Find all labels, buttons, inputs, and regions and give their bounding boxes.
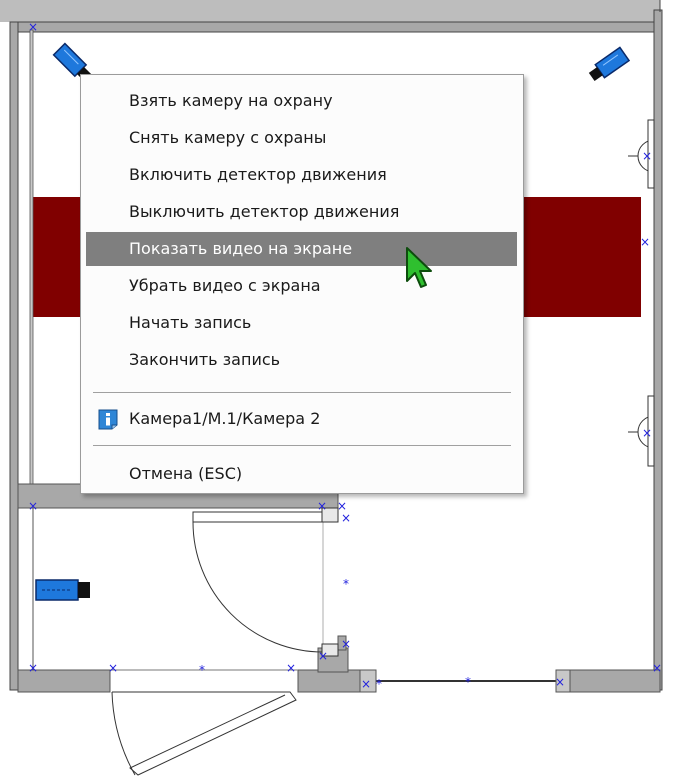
svg-text:×: × bbox=[28, 20, 38, 34]
camera-top-right-icon[interactable] bbox=[587, 46, 631, 83]
wall-left bbox=[9, 21, 19, 691]
svg-text:×: × bbox=[341, 511, 351, 525]
menu-item-cancel[interactable]: Отмена (ESC) bbox=[86, 457, 517, 491]
svg-text:×: × bbox=[361, 677, 371, 691]
svg-text:*: * bbox=[199, 663, 205, 677]
svg-text:×: × bbox=[341, 637, 351, 651]
wall-bottom-middle bbox=[297, 669, 369, 693]
camera-left-icon[interactable] bbox=[35, 579, 90, 601]
menu-item-stop-recording[interactable]: Закончить запись bbox=[86, 343, 517, 377]
menu-separator bbox=[93, 392, 511, 393]
menu-item-show-video[interactable]: Показать видео на экране bbox=[86, 232, 517, 266]
wall-right bbox=[653, 9, 663, 691]
svg-text:×: × bbox=[318, 649, 328, 663]
menu-item-enable-motion-detector[interactable]: Включить детектор движения bbox=[86, 158, 517, 192]
svg-text:*: * bbox=[343, 577, 349, 591]
menu-item-hide-video[interactable]: Убрать видео с экрана bbox=[86, 269, 517, 303]
svg-text:×: × bbox=[317, 499, 327, 513]
inner-wall-left bbox=[29, 29, 34, 489]
svg-text:×: × bbox=[640, 235, 650, 249]
wall-top bbox=[17, 21, 655, 33]
svg-text:×: × bbox=[286, 661, 296, 675]
svg-text:×: × bbox=[652, 661, 662, 675]
menu-item-disable-motion-detector[interactable]: Выключить детектор движения bbox=[86, 195, 517, 229]
svg-text:×: × bbox=[555, 675, 565, 689]
menu-item-disarm-camera[interactable]: Снять камеру с охраны bbox=[86, 121, 517, 155]
svg-text:×: × bbox=[28, 661, 38, 675]
menu-item-camera-path[interactable]: Камера1/М.1/Камера 2 bbox=[86, 402, 517, 436]
svg-text:*: * bbox=[376, 677, 382, 691]
svg-text:×: × bbox=[108, 661, 118, 675]
svg-text:×: × bbox=[642, 426, 652, 440]
mouse-cursor-icon bbox=[406, 247, 432, 288]
context-menu: Взять камеру на охрану Снять камеру с ох… bbox=[80, 74, 524, 494]
svg-text:*: * bbox=[465, 675, 471, 689]
camera-path-label: Камера1/М.1/Камера 2 bbox=[129, 409, 321, 428]
door-leaf-upper bbox=[192, 511, 324, 523]
plan-border-top bbox=[0, 0, 660, 22]
menu-separator bbox=[93, 445, 511, 446]
svg-text:×: × bbox=[28, 499, 38, 513]
menu-item-start-recording[interactable]: Начать запись bbox=[86, 306, 517, 340]
door-swing-lower bbox=[111, 691, 136, 776]
door-swing-upper bbox=[192, 521, 324, 653]
menu-item-arm-camera[interactable]: Взять камеру на охрану bbox=[86, 84, 517, 118]
door-leaf-lower bbox=[112, 691, 297, 776]
wall-bottom-right bbox=[565, 669, 661, 693]
svg-text:×: × bbox=[642, 149, 652, 163]
info-icon bbox=[98, 409, 118, 430]
